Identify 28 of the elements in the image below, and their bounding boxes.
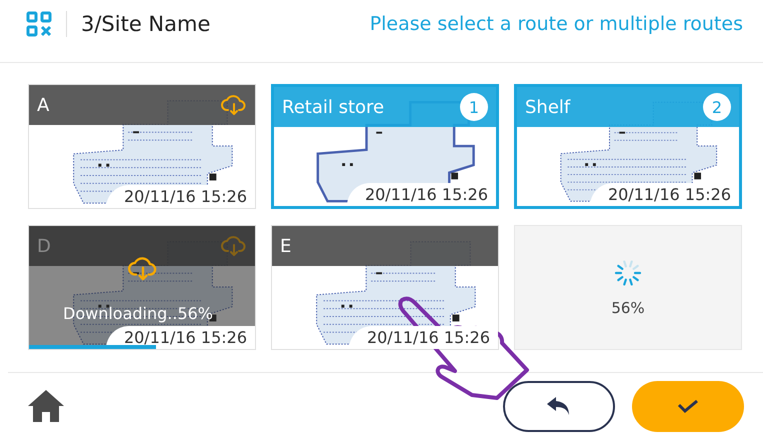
route-name: D [37, 236, 51, 256]
route-card[interactable]: E 20/11/16 15:26 [271, 225, 499, 350]
cloud-download-icon [221, 234, 247, 258]
back-arrow-icon [546, 395, 572, 417]
route-card[interactable]: Retail store 1 20/11/16 15:26 [271, 84, 499, 209]
home-button[interactable] [26, 388, 66, 424]
timestamp: 20/11/16 15:26 [106, 326, 255, 349]
home-icon [26, 388, 66, 424]
timestamp: 20/11/16 15:26 [348, 326, 498, 349]
download-status: Downloading..56% [63, 304, 214, 323]
route-card[interactable]: Shelf 2 20/11/16 15:26 [514, 84, 742, 209]
cloud-download-icon [221, 94, 247, 116]
selection-order-badge: 1 [460, 93, 488, 121]
instruction-text: Please select a route or multiple routes [370, 13, 743, 35]
loading-percentage: 56% [611, 298, 645, 316]
route-name: Shelf [525, 96, 570, 118]
cloud-download-icon [128, 256, 158, 282]
back-button[interactable] [503, 380, 615, 432]
site-title: 3/Site Name [81, 12, 210, 36]
route-name: A [37, 94, 50, 116]
selection-order-badge: 2 [703, 93, 731, 121]
checkmark-icon [676, 398, 700, 414]
route-card[interactable]: D 20/11/16 15:26 Downloading..56% [28, 225, 256, 350]
route-name: Retail store [282, 96, 384, 118]
route-card[interactable]: A 20/11/16 15:26 [28, 84, 256, 209]
qr-code-icon[interactable] [26, 11, 52, 37]
route-name: E [280, 236, 292, 256]
loading-spinner-icon [614, 258, 642, 286]
